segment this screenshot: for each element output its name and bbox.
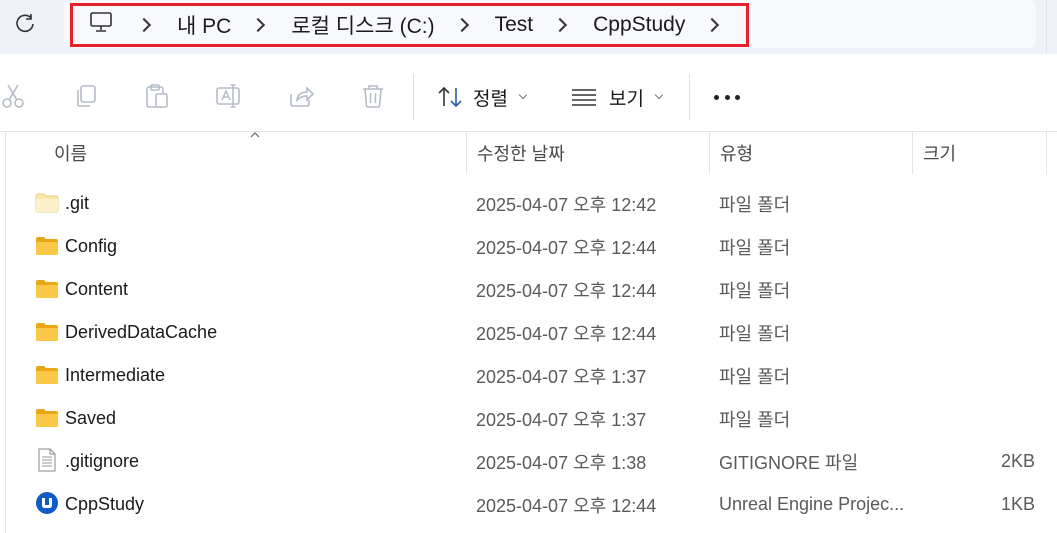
view-button[interactable]: 보기 xyxy=(571,80,664,114)
paste-button[interactable] xyxy=(143,82,171,110)
column-header-type[interactable]: 유형 xyxy=(709,132,912,174)
file-name[interactable]: Saved xyxy=(65,397,116,440)
file-name[interactable]: CppStudy xyxy=(65,483,144,526)
column-header-modified[interactable]: 수정한 날짜 xyxy=(466,132,709,174)
file-type: 파일 폴더 xyxy=(719,237,791,258)
sort-icon xyxy=(437,85,463,109)
breadcrumb-this-pc[interactable]: 내 PC xyxy=(177,10,231,40)
file-modified: 2025-04-07 오후 1:37 xyxy=(476,366,647,387)
file-row-intermediate[interactable]: Intermediate 2025-04-07 오후 1:37 파일 폴더 xyxy=(0,354,1057,397)
breadcrumb-chevron-icon[interactable] xyxy=(136,17,152,33)
more-dot-icon xyxy=(724,94,730,100)
file-type: GITIGNORE 파일 xyxy=(719,452,859,473)
more-dot-icon xyxy=(714,94,719,100)
file-type: 파일 폴더 xyxy=(719,409,791,430)
folder-icon xyxy=(35,235,59,257)
column-header-name[interactable]: 이름 xyxy=(44,132,466,174)
column-header-extra[interactable] xyxy=(1046,132,1057,174)
folder-icon xyxy=(35,364,59,386)
toolbar-divider xyxy=(413,74,414,120)
command-bar: 정렬 보기 xyxy=(0,62,1057,132)
copy-button[interactable] xyxy=(72,82,100,110)
this-pc-icon[interactable] xyxy=(89,10,113,40)
file-type: Unreal Engine Projec... xyxy=(719,494,905,514)
share-button[interactable] xyxy=(287,82,315,110)
breadcrumb-chevron-icon[interactable] xyxy=(454,17,469,33)
folder-icon xyxy=(35,407,59,429)
file-row-gitignore[interactable]: .gitignore 2025-04-07 오후 1:38 GITIGNORE … xyxy=(0,440,1057,483)
file-row-cppstudy-uproject[interactable]: CppStudy 2025-04-07 오후 12:44 Unreal Engi… xyxy=(0,483,1057,526)
file-name[interactable]: Config xyxy=(65,225,117,268)
chevron-down-icon xyxy=(518,90,528,100)
rename-button[interactable] xyxy=(215,82,243,110)
folder-icon xyxy=(35,278,59,300)
more-dot-icon xyxy=(735,94,740,100)
file-type: 파일 폴더 xyxy=(719,194,791,215)
file-row-deriveddatacache[interactable]: DerivedDataCache 2025-04-07 오후 12:44 파일 … xyxy=(0,311,1057,354)
file-list: .git 2025-04-07 오후 12:42 파일 폴더 Config 20… xyxy=(0,182,1057,526)
folder-icon xyxy=(35,321,59,343)
file-row-git[interactable]: .git 2025-04-07 오후 12:42 파일 폴더 xyxy=(0,182,1057,225)
toolbar-divider xyxy=(689,74,690,120)
address-bar-area: 내 PC 로컬 디스크 (C:) Test CppStudy xyxy=(0,0,1057,54)
sort-button[interactable]: 정렬 xyxy=(437,80,528,114)
file-name[interactable]: DerivedDataCache xyxy=(65,311,217,354)
file-modified: 2025-04-07 오후 12:44 xyxy=(476,237,657,258)
file-modified: 2025-04-07 오후 1:37 xyxy=(476,409,647,430)
breadcrumb-local-disk[interactable]: 로컬 디스크 (C:) xyxy=(291,10,434,40)
delete-button[interactable] xyxy=(359,82,387,110)
column-header-size-label: 크기 xyxy=(923,144,957,164)
file-size: 2KB xyxy=(1000,451,1035,471)
breadcrumb-cppstudy[interactable]: CppStudy xyxy=(593,13,685,37)
file-modified: 2025-04-07 오후 12:42 xyxy=(476,194,657,215)
cut-button[interactable] xyxy=(0,82,28,110)
file-type: 파일 폴더 xyxy=(719,280,791,301)
file-name[interactable]: Intermediate xyxy=(65,354,165,397)
file-modified: 2025-04-07 오후 1:38 xyxy=(476,452,647,473)
share-icon xyxy=(287,86,315,114)
refresh-button[interactable] xyxy=(10,10,40,40)
trash-icon xyxy=(359,85,387,114)
file-row-saved[interactable]: Saved 2025-04-07 오후 1:37 파일 폴더 xyxy=(0,397,1057,440)
column-header-size[interactable]: 크기 xyxy=(912,132,1046,174)
breadcrumb-chevron-icon[interactable] xyxy=(553,17,568,33)
file-modified: 2025-04-07 오후 12:44 xyxy=(476,280,657,301)
search-box-edge[interactable] xyxy=(1046,0,1057,54)
view-list-icon xyxy=(571,87,597,107)
file-row-config[interactable]: Config 2025-04-07 오후 12:44 파일 폴더 xyxy=(0,225,1057,268)
file-modified: 2025-04-07 오후 12:44 xyxy=(476,323,657,344)
breadcrumb-chevron-icon[interactable] xyxy=(705,17,720,33)
file-name[interactable]: .gitignore xyxy=(65,440,139,483)
column-headers: 이름 수정한 날짜 유형 크기 xyxy=(0,132,1057,174)
sort-label: 정렬 xyxy=(473,88,508,110)
file-row-content[interactable]: Content 2025-04-07 오후 12:44 파일 폴더 xyxy=(0,268,1057,311)
file-name[interactable]: Content xyxy=(65,268,128,311)
unreal-engine-icon xyxy=(35,492,59,515)
more-options-button[interactable] xyxy=(710,84,744,110)
rename-icon xyxy=(215,84,243,114)
file-name[interactable]: .git xyxy=(65,182,89,225)
cut-icon xyxy=(0,84,28,114)
folder-hidden-icon xyxy=(35,192,59,214)
file-modified: 2025-04-07 오후 12:44 xyxy=(476,495,657,516)
file-size: 1KB xyxy=(1000,494,1035,514)
text-file-icon xyxy=(35,448,59,472)
copy-icon xyxy=(72,85,100,114)
paste-icon xyxy=(143,84,171,114)
chevron-down-icon xyxy=(654,90,664,100)
breadcrumb-chevron-icon[interactable] xyxy=(251,17,266,33)
column-header-name-label: 이름 xyxy=(54,144,88,164)
column-header-type-label: 유형 xyxy=(720,144,754,164)
file-type: 파일 폴더 xyxy=(719,323,791,344)
breadcrumb-test[interactable]: Test xyxy=(495,13,534,37)
file-type: 파일 폴더 xyxy=(719,366,791,387)
column-header-modified-label: 수정한 날짜 xyxy=(477,144,565,164)
view-label: 보기 xyxy=(609,88,644,110)
breadcrumb[interactable]: 내 PC 로컬 디스크 (C:) Test CppStudy xyxy=(70,3,749,47)
refresh-icon xyxy=(14,12,36,39)
